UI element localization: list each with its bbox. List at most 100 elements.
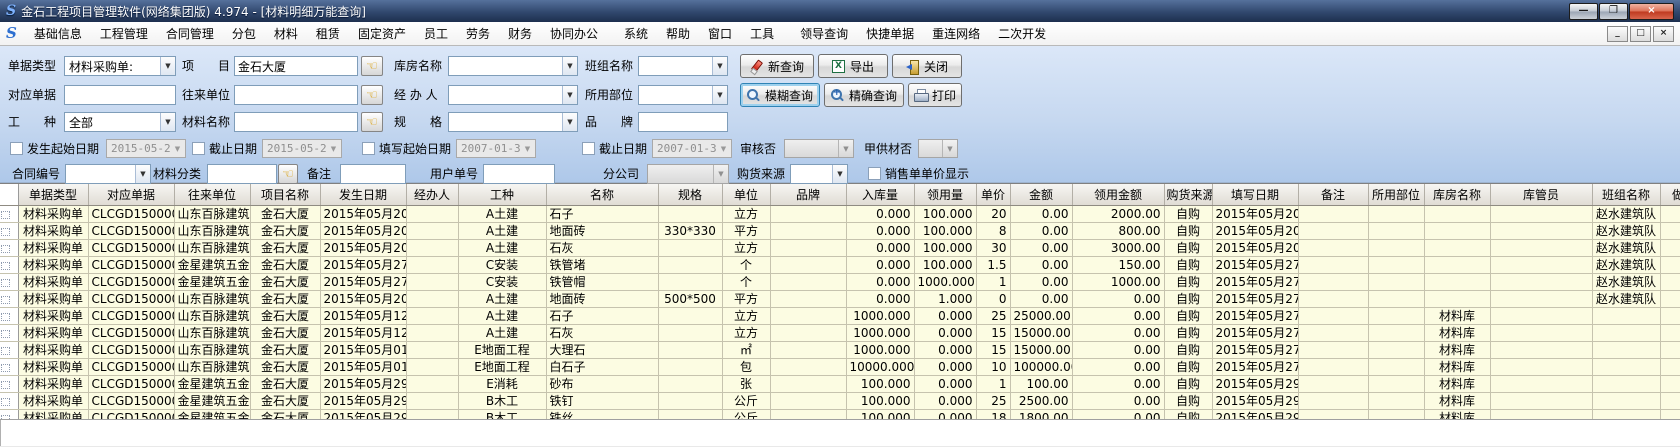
cell-r1-c17[interactable]: 2015年05月20日 [1212,222,1298,239]
table-row[interactable]: 材料采购单CLCGD150000001山东百脉建筑:金石大厦2015年05月20… [0,290,1680,307]
cell-r11-c0[interactable]: 材料采购单 [18,392,88,409]
table-row[interactable]: 材料采购单CLCGD150000006金星建筑五金:金石大厦2015年05月29… [0,392,1680,409]
cell-r2-c12[interactable]: 100.000 [914,239,976,256]
column-header-3[interactable]: 项目名称 [250,184,320,205]
menu-item-16[interactable]: 快捷单据 [857,24,923,44]
used-part-combo[interactable]: ▼ [638,85,728,105]
close-form-button[interactable]: 关闭 [892,54,962,78]
cell-r4-c8[interactable] [658,273,722,290]
cell-r6-c2[interactable]: 山东百脉建筑: [174,307,250,324]
cell-r6-c23[interactable] [1660,307,1680,324]
cell-r9-c7[interactable]: 白石子 [546,358,658,375]
cell-r9-c12[interactable]: 0.000 [914,358,976,375]
cell-r11-c2[interactable]: 金星建筑五金: [174,392,250,409]
row-marker[interactable] [0,375,18,392]
cell-r0-c8[interactable] [658,205,722,222]
cell-r6-c16[interactable]: 自购 [1164,307,1212,324]
cell-r11-c8[interactable] [658,392,722,409]
cell-r9-c8[interactable] [658,358,722,375]
row-marker[interactable] [0,290,18,307]
cell-r9-c22[interactable] [1592,358,1660,375]
cell-r2-c0[interactable]: 材料采购单 [18,239,88,256]
new-query-button[interactable]: 新查询 [740,54,814,78]
cell-r1-c15[interactable]: 800.00 [1072,222,1164,239]
cell-r7-c20[interactable]: 材料库 [1424,324,1490,341]
cell-r12-c7[interactable]: 铁丝 [546,409,658,420]
mdi-restore-button[interactable]: □ [1630,26,1651,42]
table-row[interactable]: 材料采购单CLCGD150000001山东百脉建筑:金石大厦2015年05月20… [0,205,1680,222]
cell-r12-c2[interactable]: 金星建筑五金: [174,409,250,420]
cell-r10-c20[interactable]: 材料库 [1424,375,1490,392]
column-header-23[interactable]: 做单人 [1660,184,1680,205]
mdi-close-button[interactable]: × [1653,26,1674,42]
audited-combo[interactable]: ▼ [784,139,854,158]
cell-r8-c9[interactable]: ㎡ [722,341,770,358]
cell-r4-c21[interactable] [1490,273,1592,290]
table-row[interactable]: 材料采购单CLCGD150000005山东百脉建筑:金石大厦2015年05月01… [0,358,1680,375]
cell-r10-c21[interactable] [1490,375,1592,392]
cell-r11-c10[interactable] [770,392,846,409]
cell-r5-c21[interactable] [1490,290,1592,307]
cell-r10-c0[interactable]: 材料采购单 [18,375,88,392]
cell-r0-c13[interactable]: 20 [976,205,1010,222]
cell-r6-c22[interactable] [1592,307,1660,324]
fill-start-date-checkbox[interactable] [362,142,375,155]
cell-r12-c3[interactable]: 金石大厦 [250,409,320,420]
cell-r6-c9[interactable]: 立方 [722,307,770,324]
cell-r5-c19[interactable] [1368,290,1424,307]
cell-r0-c15[interactable]: 2000.00 [1072,205,1164,222]
menu-item-13[interactable]: 窗口 [699,24,741,44]
cell-r1-c10[interactable] [770,222,846,239]
cell-r8-c14[interactable]: 15000.00 [1010,341,1072,358]
counterparty-input[interactable] [234,85,358,105]
chevron-down-icon[interactable]: ▼ [562,113,577,131]
handler-combo[interactable]: ▼ [448,85,578,105]
cell-r3-c13[interactable]: 1.5 [976,256,1010,273]
column-header-8[interactable]: 规格 [658,184,722,205]
cell-r1-c18[interactable] [1298,222,1368,239]
cell-r3-c11[interactable]: 0.000 [846,256,914,273]
cell-r5-c12[interactable]: 1.000 [914,290,976,307]
cell-r7-c22[interactable] [1592,324,1660,341]
cell-r8-c4[interactable]: 2015年05月01日 [320,341,406,358]
cell-r9-c23[interactable] [1660,358,1680,375]
cell-r3-c17[interactable]: 2015年05月27日 [1212,256,1298,273]
column-header-4[interactable]: 发生日期 [320,184,406,205]
cell-r1-c1[interactable]: CLCGD150000001 [88,222,174,239]
cell-r10-c7[interactable]: 砂布 [546,375,658,392]
cell-r4-c15[interactable]: 1000.00 [1072,273,1164,290]
cell-r7-c9[interactable]: 立方 [722,324,770,341]
cell-r4-c3[interactable]: 金石大厦 [250,273,320,290]
cell-r9-c1[interactable]: CLCGD150000005 [88,358,174,375]
cell-r12-c15[interactable]: 0.00 [1072,409,1164,420]
spec-combo[interactable]: ▼ [448,112,578,132]
fill-end-date-picker[interactable]: 2007-01-31 ▼ [652,139,732,158]
print-button[interactable]: 打印 [908,83,962,107]
chevron-down-icon[interactable]: ▼ [712,57,727,75]
chevron-down-icon[interactable]: ▼ [713,165,728,183]
column-header-2[interactable]: 往来单位 [174,184,250,205]
cell-r3-c18[interactable] [1298,256,1368,273]
team-combo[interactable]: ▼ [638,56,728,76]
cell-r9-c13[interactable]: 10 [976,358,1010,375]
column-header-16[interactable]: 购货来源 [1164,184,1212,205]
cell-r1-c0[interactable]: 材料采购单 [18,222,88,239]
cell-r6-c5[interactable] [406,307,458,324]
cell-r3-c8[interactable] [658,256,722,273]
cell-r7-c7[interactable]: 石灰 [546,324,658,341]
cell-r12-c14[interactable]: 1800.00 [1010,409,1072,420]
column-header-17[interactable]: 填写日期 [1212,184,1298,205]
fuzzy-query-button[interactable]: 模糊查询 [740,83,820,107]
cell-r9-c17[interactable]: 2015年05月27日 [1212,358,1298,375]
cell-r11-c13[interactable]: 25 [976,392,1010,409]
cell-r3-c14[interactable]: 0.00 [1010,256,1072,273]
table-row[interactable]: 材料采购单CLCGD150000001山东百脉建筑:金石大厦2015年05月20… [0,239,1680,256]
chevron-down-icon[interactable]: ▼ [832,165,847,183]
cell-r8-c10[interactable] [770,341,846,358]
cell-r8-c3[interactable]: 金石大厦 [250,341,320,358]
cell-r5-c9[interactable]: 平方 [722,290,770,307]
cell-r12-c11[interactable]: 100.000 [846,409,914,420]
menu-item-1[interactable]: 工程管理 [91,24,157,44]
cell-r1-c6[interactable]: A土建 [458,222,546,239]
cell-r11-c9[interactable]: 公斤 [722,392,770,409]
